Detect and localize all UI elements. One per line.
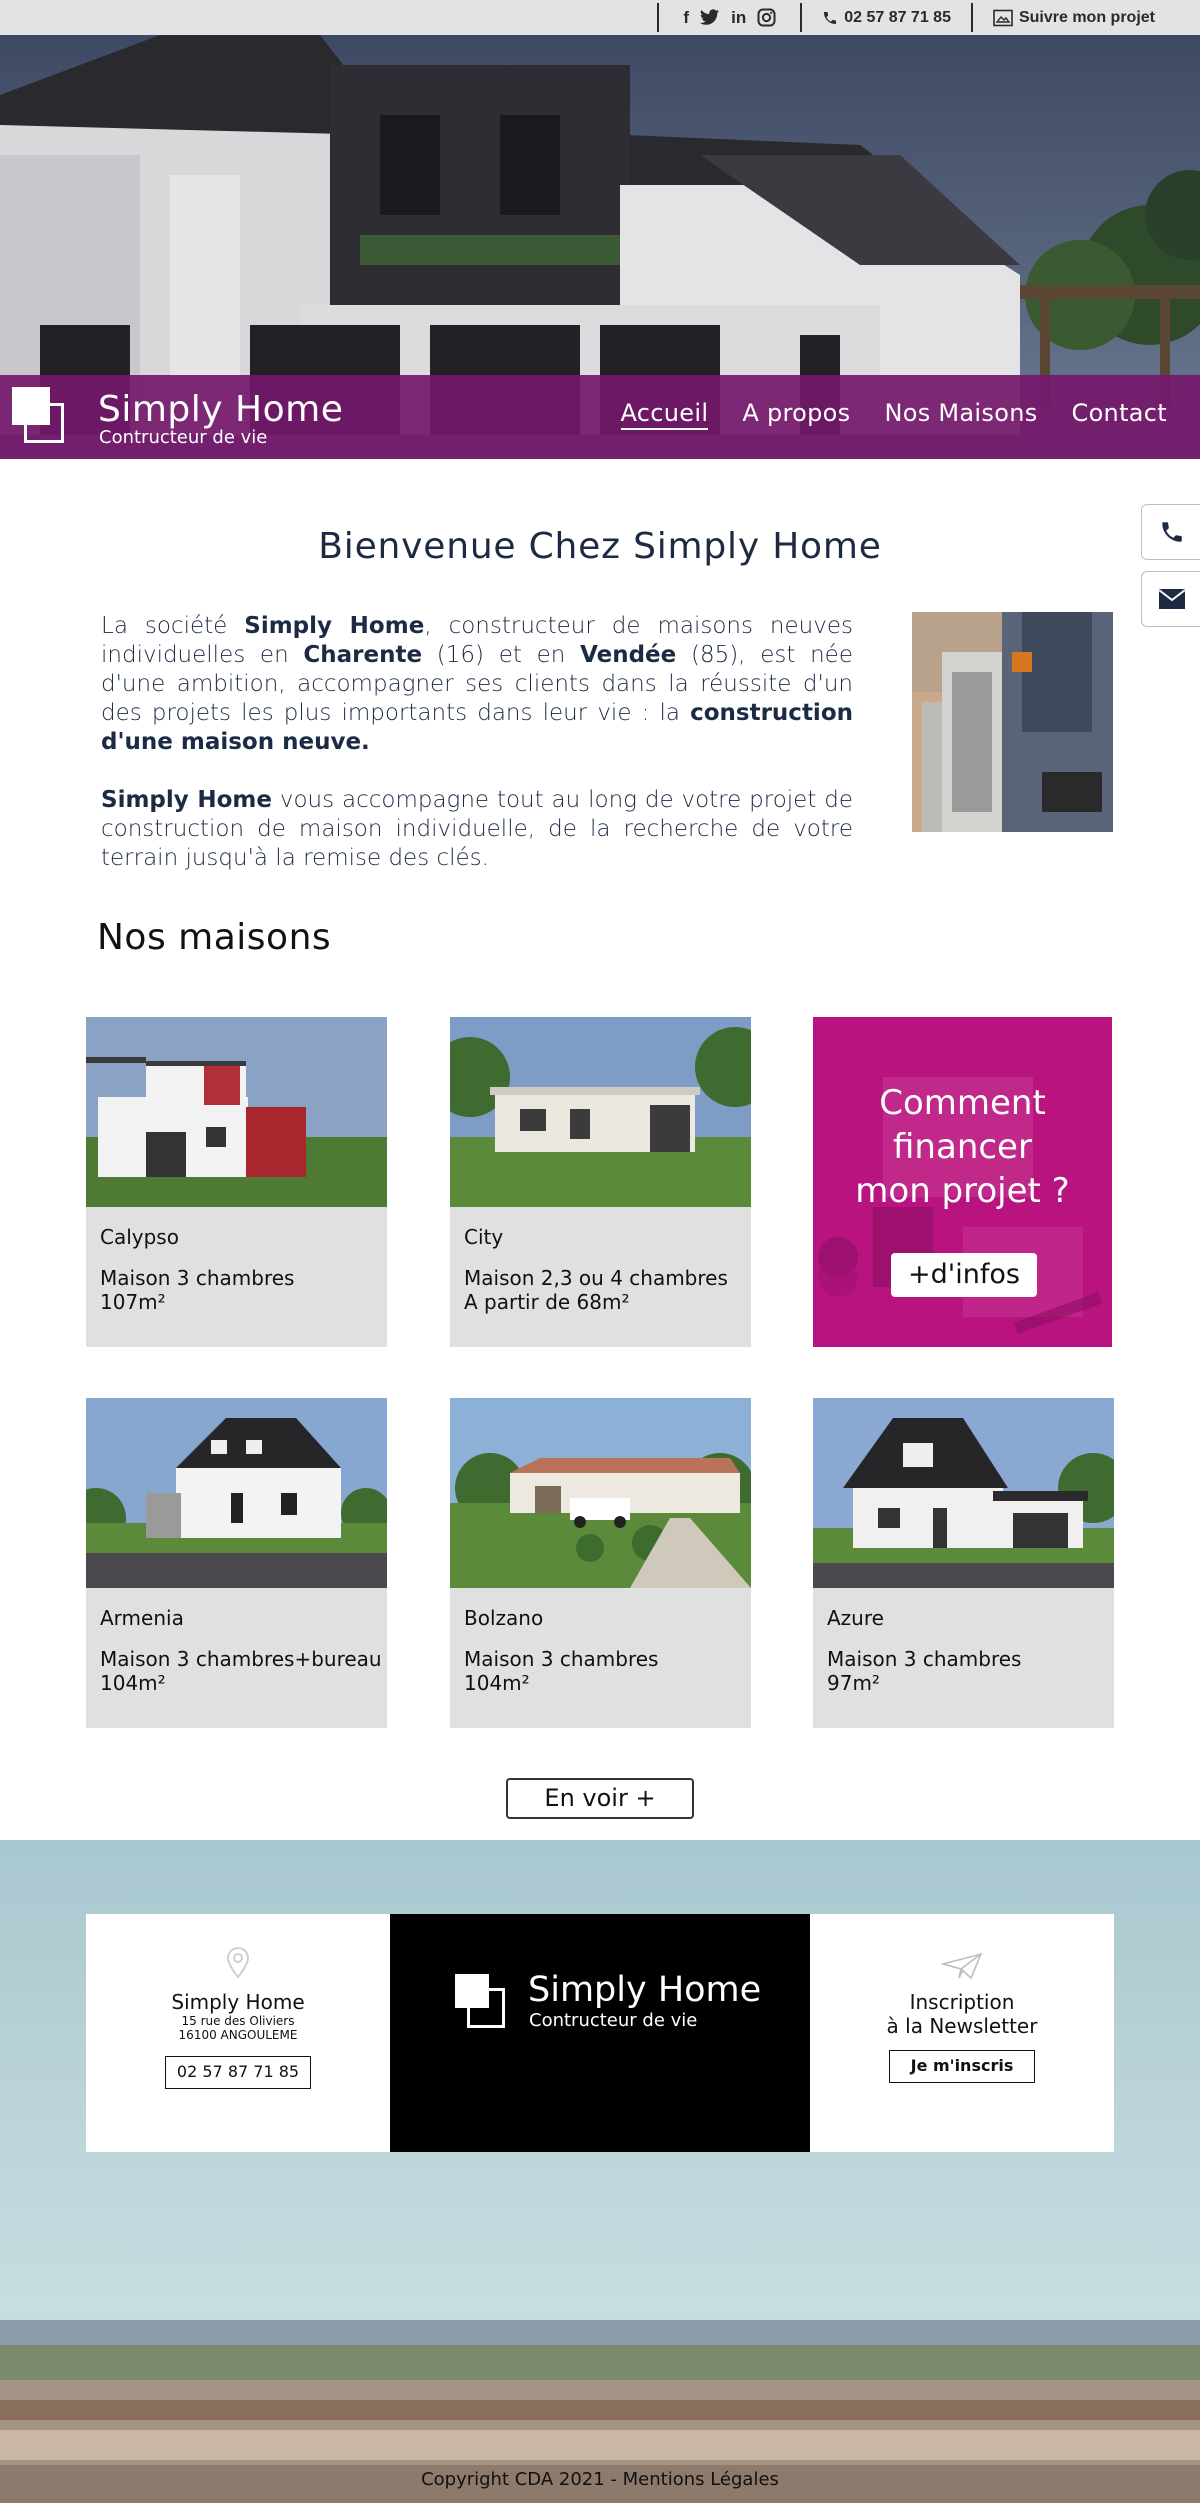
more-info-button[interactable]: +d'infos xyxy=(891,1253,1037,1297)
brand-tagline: Contructeur de vie xyxy=(99,427,268,448)
nav-item-a-propos[interactable]: A propos xyxy=(742,399,850,430)
house-card-calypso[interactable]: Calypso Maison 3 chambres 107m² xyxy=(86,1017,387,1347)
house-area: 104m² xyxy=(100,1671,166,1695)
bold-text: Charente xyxy=(303,642,423,668)
house-name: Calypso xyxy=(100,1225,179,1249)
newsletter-subscribe-button[interactable]: Je m'inscris xyxy=(889,2050,1035,2083)
house-photo xyxy=(450,1398,751,1588)
brand-name[interactable]: Simply Home xyxy=(98,389,343,430)
footer-brand-box: Simply Home Contructeur de vie xyxy=(390,1914,810,2152)
footer-address-box: Simply Home 15 rue des Oliviers 16100 AN… xyxy=(86,1914,390,2152)
bold-text: Simply Home xyxy=(244,613,425,639)
bold-text: Simply Home xyxy=(101,787,272,813)
footer-phone-button[interactable]: 02 57 87 71 85 xyxy=(165,2056,311,2089)
paper-plane-icon xyxy=(939,1952,983,1980)
newsletter-title: Inscription à la Newsletter xyxy=(810,1990,1114,2038)
promo-line: mon projet ? xyxy=(855,1171,1070,1211)
follow-project-label: Suivre mon projet xyxy=(1018,8,1155,26)
house-name: Bolzano xyxy=(464,1606,544,1630)
logo-square-outline xyxy=(467,1988,505,2028)
promo-line: financer xyxy=(893,1127,1032,1167)
text: (16) et en xyxy=(422,642,581,668)
house-rooms: Maison 3 chambres xyxy=(827,1647,1022,1671)
house-photo xyxy=(86,1017,387,1207)
text: La société xyxy=(101,613,245,639)
floating-mail-button[interactable] xyxy=(1141,571,1200,627)
linkedin-icon[interactable]: in xyxy=(731,8,746,28)
follow-project-link[interactable]: Suivre mon projet xyxy=(973,9,1155,27)
welcome-paragraph-1: La société Simply Home, constructeur de … xyxy=(101,612,853,757)
welcome-title: Bienvenue Chez Simply Home xyxy=(318,526,882,567)
twitter-icon[interactable] xyxy=(700,9,720,26)
instagram-icon[interactable] xyxy=(757,8,776,27)
bold-text: Vendée xyxy=(580,642,677,668)
nav-item-nos-maisons[interactable]: Nos Maisons xyxy=(884,399,1037,430)
copyright-bar: Copyright CDA 2021 - Mentions Légales xyxy=(0,2462,1200,2503)
footer-company-name: Simply Home xyxy=(171,1990,305,2014)
house-rooms: Maison 3 chambres xyxy=(464,1647,659,1671)
folder-image-icon xyxy=(993,9,1013,26)
house-area: 97m² xyxy=(827,1671,880,1695)
promo-title: Comment financer mon projet ? xyxy=(813,1081,1112,1213)
social-links: f in xyxy=(659,8,800,28)
see-more-button[interactable]: En voir + xyxy=(506,1778,694,1819)
footer-city: 16100 ANGOULEME xyxy=(178,2028,298,2042)
house-area: A partir de 68m² xyxy=(464,1290,630,1314)
house-name: City xyxy=(464,1225,504,1249)
newsletter-line: à la Newsletter xyxy=(886,2014,1038,2038)
financing-promo-card[interactable]: Comment financer mon projet ? +d'infos xyxy=(813,1017,1112,1347)
facebook-icon[interactable]: f xyxy=(683,8,689,28)
newsletter-line: Inscription xyxy=(909,1990,1015,2014)
house-card-bolzano[interactable]: Bolzano Maison 3 chambres 104m² xyxy=(450,1398,751,1728)
mail-icon xyxy=(1157,589,1186,609)
houses-section-title: Nos maisons xyxy=(97,917,332,958)
house-card-armenia[interactable]: Armenia Maison 3 chambres+bureau 104m² xyxy=(86,1398,387,1728)
house-rooms: Maison 3 chambres+bureau xyxy=(100,1647,382,1671)
house-card-city[interactable]: City Maison 2,3 ou 4 chambres A partir d… xyxy=(450,1017,751,1347)
welcome-paragraph-2: Simply Home vous accompagne tout au long… xyxy=(101,786,853,873)
footer-logo[interactable] xyxy=(455,1974,509,2032)
house-description: Maison 3 chambres+bureau 104m² xyxy=(100,1647,382,1695)
house-rooms: Maison 2,3 ou 4 chambres xyxy=(464,1266,728,1290)
location-pin-icon xyxy=(226,1946,250,1979)
nav-item-contact[interactable]: Contact xyxy=(1072,399,1167,430)
footer-street: 15 rue des Oliviers xyxy=(181,2014,295,2028)
phone-icon xyxy=(824,11,837,24)
house-description: Maison 3 chambres 97m² xyxy=(827,1647,1021,1695)
logo[interactable] xyxy=(12,387,66,445)
logo-square-outline xyxy=(24,403,64,443)
footer-brand-name: Simply Home xyxy=(528,1970,762,2010)
house-name: Azure xyxy=(827,1606,884,1630)
house-name: Armenia xyxy=(100,1606,184,1630)
top-bar: f in 02 57 87 71 85 Suivre mon projet xyxy=(0,0,1200,35)
promo-line: Comment xyxy=(879,1083,1046,1123)
main-nav-bar: Simply Home Contructeur de vie Accueil A… xyxy=(0,375,1200,459)
top-phone-link[interactable]: 02 57 87 71 85 xyxy=(802,9,971,27)
house-description: Maison 3 chambres 104m² xyxy=(464,1647,658,1695)
house-photo xyxy=(813,1398,1114,1588)
footer-brand-tagline: Contructeur de vie xyxy=(529,2010,698,2031)
house-photo xyxy=(450,1017,751,1207)
house-area: 107m² xyxy=(100,1290,166,1314)
house-rooms: Maison 3 chambres xyxy=(100,1266,295,1290)
house-card-azure[interactable]: Azure Maison 3 chambres 97m² xyxy=(813,1398,1114,1728)
house-description: Maison 3 chambres 107m² xyxy=(100,1266,294,1314)
footer-newsletter-box: Inscription à la Newsletter Je m'inscris xyxy=(810,1914,1114,2152)
construction-photo xyxy=(912,612,1113,832)
hero-banner: Simply Home Contructeur de vie Accueil A… xyxy=(0,35,1200,459)
top-phone-number: 02 57 87 71 85 xyxy=(844,8,951,26)
copyright-text[interactable]: Copyright CDA 2021 - Mentions Légales xyxy=(421,2469,779,2490)
house-area: 104m² xyxy=(464,1671,530,1695)
main-nav: Accueil A propos Nos Maisons Contact xyxy=(620,399,1168,430)
house-photo xyxy=(86,1398,387,1588)
house-description: Maison 2,3 ou 4 chambres A partir de 68m… xyxy=(464,1266,728,1314)
nav-item-accueil[interactable]: Accueil xyxy=(620,399,709,430)
welcome-text: La société Simply Home, constructeur de … xyxy=(101,612,853,902)
